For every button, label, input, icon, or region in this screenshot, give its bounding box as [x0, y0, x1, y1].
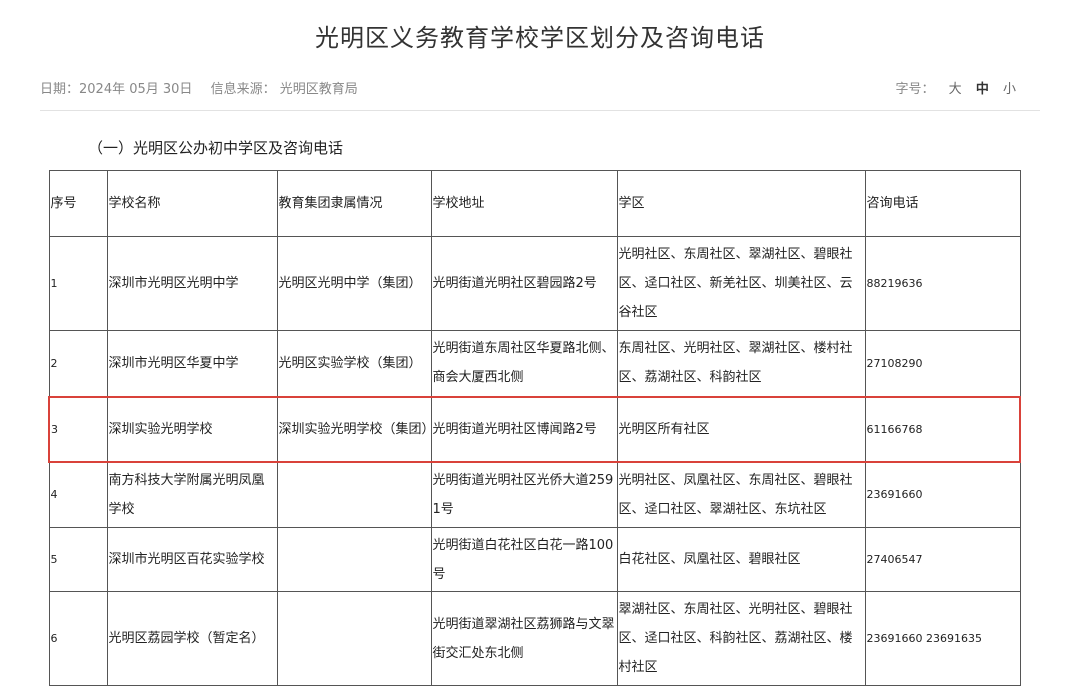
- header-cell: 学区: [616, 170, 866, 237]
- row-number: 6: [48, 591, 108, 686]
- header-cell: 序号: [48, 170, 108, 237]
- info-source: 信息来源： 光明区教育局: [210, 82, 358, 97]
- school-name: 深圳市光明区百花实验学校: [106, 527, 278, 592]
- header-cell: 学校名称: [106, 170, 278, 237]
- school-address: 光明街道光明社区碧园路2号: [430, 236, 618, 331]
- article-meta: 日期：2024年 05月 30日 信息来源： 光明区教育局: [40, 78, 372, 97]
- font-size-switcher: 字号： 大 中 小: [896, 78, 1016, 97]
- consult-phone: 61166768: [864, 395, 1021, 463]
- table-row: 2 深圳市光明区华夏中学 光明区实验学校（集团） 光明街道东周社区华夏路北侧、商…: [48, 330, 1021, 397]
- school-district: 光明区所有社区: [616, 395, 866, 463]
- row-number: 5: [48, 527, 108, 592]
- font-size-small-option[interactable]: 小: [1003, 82, 1016, 97]
- table-row: 5 深圳市光明区百花实验学校 光明街道白花社区白花一路100号 白花社区、凤凰社…: [48, 527, 1021, 592]
- table-row: 4 南方科技大学附属光明凤凰学校 光明街道光明社区光侨大道2591号 光明社区、…: [48, 461, 1021, 528]
- school-address: 光明街道白花社区白花一路100号: [430, 527, 618, 592]
- school-name: 深圳市光明区光明中学: [106, 236, 278, 331]
- education-group: [276, 527, 432, 592]
- font-size-label: 字号：: [895, 82, 935, 97]
- row-number: 2: [48, 330, 108, 397]
- row-number: 4: [48, 461, 108, 528]
- table-row: 6 光明区荔园学校（暂定名） 光明街道翠湖社区荔狮路与文翠街交汇处东北侧 翠湖社…: [48, 591, 1021, 686]
- education-group: [276, 591, 432, 686]
- school-name: 光明区荔园学校（暂定名）: [106, 591, 278, 686]
- school-district: 白花社区、凤凰社区、碧眼社区: [616, 527, 866, 592]
- table-row-highlighted: 3 深圳实验光明学校 深圳实验光明学校（集团） 光明街道光明社区博闻路2号 光明…: [48, 395, 1021, 463]
- header-divider: [40, 110, 1040, 111]
- consult-phone: 23691660: [864, 461, 1021, 528]
- section-title: （一）光明区公办初中学区及咨询电话: [88, 139, 344, 157]
- school-address: 光明街道翠湖社区荔狮路与文翠街交汇处东北侧: [430, 591, 618, 686]
- school-district: 翠湖社区、东周社区、光明社区、碧眼社区、迳口社区、科韵社区、荔湖社区、楼村社区: [616, 591, 866, 686]
- consult-phone: 27108290: [864, 330, 1021, 397]
- row-number: 3: [48, 395, 108, 463]
- education-group: 深圳实验光明学校（集团）: [276, 395, 435, 463]
- page-title: 光明区义务教育学校学区划分及咨询电话: [315, 24, 765, 52]
- table-header-row: 序号 学校名称 教育集团隶属情况 学校地址 学区 咨询电话: [48, 170, 1021, 237]
- consult-phone: 88219636: [864, 236, 1021, 331]
- school-name: 深圳市光明区华夏中学: [106, 330, 278, 397]
- header-cell: 教育集团隶属情况: [276, 170, 432, 237]
- font-size-medium-option[interactable]: 中: [976, 82, 989, 97]
- school-name: 南方科技大学附属光明凤凰学校: [106, 461, 278, 528]
- table-row: 1 深圳市光明区光明中学 光明区光明中学（集团） 光明街道光明社区碧园路2号 光…: [48, 236, 1021, 331]
- school-district: 光明社区、东周社区、翠湖社区、碧眼社区、迳口社区、新羌社区、圳美社区、云谷社区: [616, 236, 866, 331]
- school-district-table: 序号 学校名称 教育集团隶属情况 学校地址 学区 咨询电话 1 深圳市光明区光明…: [48, 170, 1021, 686]
- consult-phone: 27406547: [864, 527, 1021, 592]
- school-address: 光明街道光明社区博闻路2号: [430, 395, 618, 463]
- header-cell: 咨询电话: [864, 170, 1021, 237]
- school-district: 东周社区、光明社区、翠湖社区、楼村社区、荔湖社区、科韵社区: [616, 330, 866, 397]
- education-group: 光明区光明中学（集团）: [276, 236, 432, 331]
- school-name: 深圳实验光明学校: [106, 395, 278, 463]
- school-district: 光明社区、凤凰社区、东周社区、碧眼社区、迳口社区、翠湖社区、东坑社区: [616, 461, 866, 528]
- school-address: 光明街道光明社区光侨大道2591号: [430, 461, 618, 528]
- school-address: 光明街道东周社区华夏路北侧、商会大厦西北侧: [430, 330, 618, 397]
- education-group: 光明区实验学校（集团）: [276, 330, 432, 397]
- font-size-large-option[interactable]: 大: [949, 82, 962, 97]
- row-number: 1: [48, 236, 108, 331]
- header-cell: 学校地址: [430, 170, 618, 237]
- publish-date: 日期：2024年 05月 30日: [40, 82, 193, 97]
- consult-phone: 23691660 23691635: [864, 591, 1021, 686]
- education-group: [276, 461, 432, 528]
